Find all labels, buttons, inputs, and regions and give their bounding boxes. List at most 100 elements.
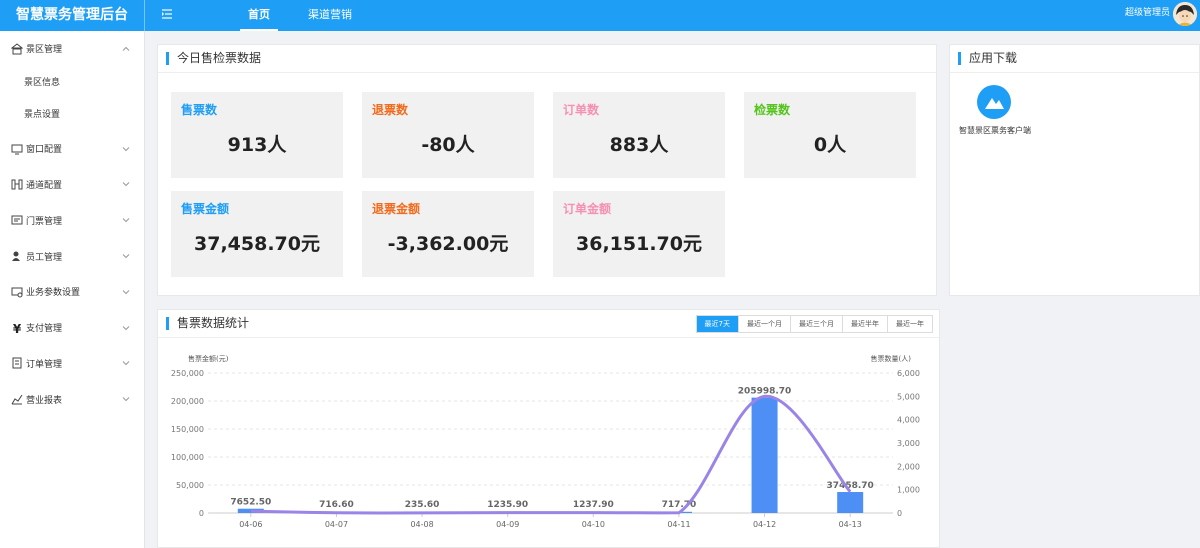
chevron-down-icon bbox=[122, 254, 130, 259]
stat-value: 36,151.70元 bbox=[576, 233, 702, 255]
panel-title: 应用下载 bbox=[958, 52, 1017, 65]
stat-card: 检票数 0人 bbox=[744, 92, 916, 178]
divider bbox=[950, 72, 1199, 73]
sales-stats-panel: 售票数据统计 最近7天 最近一个月 最近三个月 最近半年 最近一年 售票金额(元) 售票数… bbox=[157, 309, 940, 548]
sidebar-item[interactable]: 员工管理 bbox=[0, 238, 144, 274]
x-tick-label: 04-12 bbox=[753, 520, 776, 529]
chevron-up-icon bbox=[122, 46, 130, 51]
sales-chart: 售票金额(元) 售票数量(人) 0 50,000 100,000 150,000 200,0… bbox=[171, 354, 920, 529]
sidebar-item-label: 营业报表 bbox=[26, 395, 63, 406]
stat-label: 订单数 bbox=[563, 103, 600, 117]
sidebar-subitem[interactable]: 景区信息 bbox=[0, 67, 144, 99]
chevron-down-icon bbox=[122, 146, 130, 151]
scenic-icon bbox=[11, 43, 23, 55]
menu-toggle-icon[interactable] bbox=[160, 6, 174, 20]
sidebar-item[interactable]: 订单管理 bbox=[0, 346, 144, 382]
range-tab[interactable]: 最近7天 bbox=[696, 316, 738, 332]
stat-label: 退票金额 bbox=[372, 202, 421, 216]
gate-icon bbox=[11, 178, 23, 190]
range-tabs: 最近7天 最近一个月 最近三个月 最近半年 最近一年 bbox=[695, 315, 933, 333]
sidebar-item-label: 订单管理 bbox=[26, 359, 63, 370]
stat-card: 退票数 -80人 bbox=[362, 92, 534, 178]
stat-card: 售票金额 37,458.70元 bbox=[171, 191, 343, 277]
range-tab[interactable]: 最近三个月 bbox=[790, 316, 842, 332]
stat-value: 0人 bbox=[813, 134, 847, 156]
ticket-icon bbox=[11, 214, 23, 226]
top-bar: 智慧票务管理后台 首页 渠道营销 超级管理员 bbox=[0, 0, 1200, 31]
order-icon bbox=[11, 357, 23, 369]
sidebar-subitem[interactable]: 景点设置 bbox=[0, 99, 144, 131]
sidebar-item[interactable]: 通道配置 bbox=[0, 167, 144, 203]
y2-tick-label: 6,000 bbox=[897, 369, 920, 378]
nav-item[interactable]: 首页 bbox=[240, 0, 278, 31]
today-stats-panel: 今日售检票数据 售票数 913人 退票数 -80人 订单数 883人 检票数 0人 售票金额 37… bbox=[157, 44, 937, 296]
x-tick-label: 04-13 bbox=[839, 520, 862, 529]
sidebar-item[interactable]: ¥ 支付管理 bbox=[0, 310, 144, 346]
sidebar: 景区管理景区信息 景点设置窗口配置通道配置门票管理员工管理业务参数设置 ¥ 支付管理订… bbox=[0, 31, 145, 548]
top-nav: 首页 渠道营销 bbox=[240, 0, 382, 31]
y-tick-label: 0 bbox=[199, 509, 204, 518]
staff-icon bbox=[11, 250, 23, 262]
x-tick-label: 04-09 bbox=[496, 520, 519, 529]
bar-value-label: 7652.50 bbox=[230, 498, 271, 508]
y2-tick-label: 2,000 bbox=[897, 462, 920, 471]
user-name[interactable]: 超级管理员 bbox=[1125, 0, 1170, 27]
stat-value: 37,458.70元 bbox=[194, 233, 320, 255]
bar-value-label: 1237.90 bbox=[573, 500, 614, 510]
x-tick-label: 04-11 bbox=[667, 520, 690, 529]
mountain-icon[interactable] bbox=[977, 85, 1011, 119]
app-name[interactable]: 智慧景区票务客户端 bbox=[955, 126, 1035, 136]
stat-label: 售票金额 bbox=[181, 202, 230, 216]
y-tick-label: 150,000 bbox=[171, 425, 204, 434]
sidebar-item-label: 景区管理 bbox=[26, 45, 63, 56]
y-tick-label: 250,000 bbox=[171, 369, 204, 378]
y2-axis-title: 售票数量(人) bbox=[871, 354, 912, 363]
monitor-icon bbox=[11, 143, 23, 155]
sidebar-item[interactable]: 窗口配置 bbox=[0, 131, 144, 167]
sidebar-item-label: 业务参数设置 bbox=[26, 288, 81, 299]
y-tick-label: 200,000 bbox=[171, 397, 204, 406]
stat-value: -3,362.00元 bbox=[387, 233, 509, 255]
stat-label: 订单金额 bbox=[563, 202, 612, 216]
x-tick-label: 04-10 bbox=[582, 520, 605, 529]
bar-value-label: 716.60 bbox=[319, 500, 354, 510]
y-tick-label: 100,000 bbox=[171, 453, 204, 462]
chart-bar bbox=[751, 397, 778, 513]
sidebar-item[interactable]: 业务参数设置 bbox=[0, 274, 144, 310]
chevron-down-icon bbox=[122, 218, 130, 223]
sidebar-item-label: 窗口配置 bbox=[26, 145, 63, 156]
stat-card: 退票金额 -3,362.00元 bbox=[362, 191, 534, 277]
bar-value-label: 1235.90 bbox=[487, 500, 528, 510]
panel-title: 今日售检票数据 bbox=[166, 52, 261, 65]
divider bbox=[158, 72, 936, 73]
range-tab[interactable]: 最近一年 bbox=[887, 316, 932, 332]
svg-text:¥: ¥ bbox=[13, 322, 22, 334]
y2-tick-label: 0 bbox=[897, 509, 902, 518]
y-tick-label: 50,000 bbox=[176, 481, 204, 490]
settings-icon bbox=[11, 286, 23, 298]
range-tab[interactable]: 最近一个月 bbox=[738, 316, 790, 332]
avatar[interactable] bbox=[1173, 2, 1197, 26]
x-tick-label: 04-08 bbox=[410, 520, 433, 529]
sidebar-item[interactable]: 景区管理 bbox=[0, 31, 144, 67]
chevron-down-icon bbox=[122, 325, 130, 330]
report-icon bbox=[11, 393, 23, 405]
stat-value: -80人 bbox=[421, 134, 475, 156]
yuan-icon: ¥ bbox=[11, 322, 23, 334]
chevron-down-icon bbox=[122, 182, 130, 187]
app-download-panel: 应用下载 智慧景区票务客户端 bbox=[949, 44, 1200, 296]
y2-tick-label: 1,000 bbox=[897, 486, 920, 495]
stat-card: 订单金额 36,151.70元 bbox=[553, 191, 725, 277]
chart-bar bbox=[837, 492, 864, 513]
sidebar-item-label: 支付管理 bbox=[26, 324, 63, 335]
nav-item[interactable]: 渠道营销 bbox=[300, 0, 360, 31]
y-axis-title: 售票金额(元) bbox=[188, 354, 229, 363]
sidebar-item[interactable]: 门票管理 bbox=[0, 202, 144, 238]
stat-label: 检票数 bbox=[754, 103, 791, 117]
stat-value: 913人 bbox=[227, 134, 287, 156]
stat-label: 退票数 bbox=[372, 103, 409, 117]
sidebar-item-label: 门票管理 bbox=[26, 216, 63, 227]
range-tab[interactable]: 最近半年 bbox=[842, 316, 887, 332]
sidebar-item[interactable]: 营业报表 bbox=[0, 381, 144, 417]
panel-title: 售票数据统计 bbox=[166, 317, 249, 330]
